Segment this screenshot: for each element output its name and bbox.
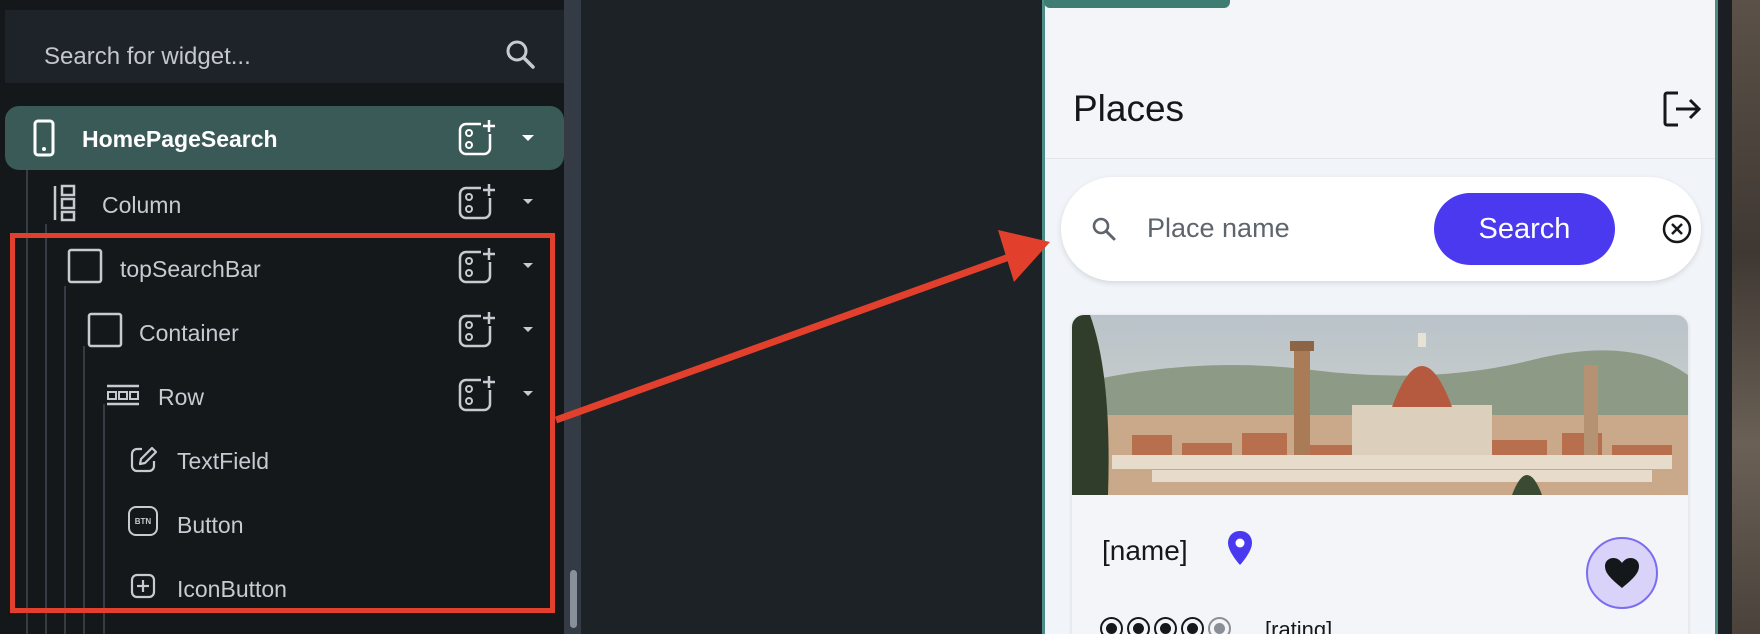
chevron-down-icon[interactable]: [520, 197, 536, 207]
heart-icon: [1605, 558, 1639, 588]
top-search-bar: Place name Search: [1061, 177, 1701, 281]
rating-dot: [1208, 617, 1231, 634]
app-bar: Places: [1045, 0, 1715, 159]
canvas-background: [581, 0, 1044, 634]
widget-search-bar[interactable]: Search for widget...: [5, 10, 564, 83]
search-button[interactable]: Search: [1434, 193, 1615, 265]
rating-dot: [1181, 617, 1204, 634]
scrollbar-thumb[interactable]: [570, 570, 577, 628]
rating-dot-fill: [1214, 623, 1225, 634]
rating-dot-fill: [1160, 623, 1171, 634]
place-image: [1072, 315, 1688, 495]
tree-item-label: HomePageSearch: [82, 126, 278, 152]
widget-search-placeholder: Search for widget...: [44, 43, 251, 70]
widget-tree-panel: Search for widget... HomePageSearch Colu…: [0, 0, 564, 634]
highlight-box: [10, 233, 555, 613]
tree-item-label: Column: [102, 192, 182, 218]
clear-icon[interactable]: [1662, 214, 1692, 244]
rating-dot-fill: [1187, 623, 1198, 634]
scrollbar-track[interactable]: [564, 0, 581, 634]
page-title: Places: [1073, 88, 1185, 129]
location-pin-icon: [1228, 531, 1252, 565]
place-name-input[interactable]: Place name: [1147, 213, 1290, 244]
page-tag: [1044, 0, 1230, 8]
background-photo-strip: [1732, 0, 1760, 634]
rating-dot: [1154, 617, 1177, 634]
rating-label: [rating]: [1265, 617, 1333, 634]
page-content: Place name Search [name] [rating]: [1045, 159, 1715, 634]
place-card[interactable]: [name] [rating]: [1072, 315, 1688, 634]
rating-dot-fill: [1106, 623, 1117, 634]
tree-item-homepagesearch[interactable]: HomePageSearch: [5, 106, 564, 170]
place-name: [name]: [1102, 535, 1188, 566]
rating-stars: [1100, 617, 1231, 634]
phone-preview: Places Place name Search [name] [rating]: [1042, 0, 1718, 634]
search-icon: [1092, 217, 1116, 241]
logout-icon[interactable]: [1662, 90, 1702, 128]
chevron-down-icon[interactable]: [520, 133, 536, 143]
rating-dot: [1100, 617, 1123, 634]
rating-dot: [1127, 617, 1150, 634]
phone-icon: [33, 119, 55, 157]
add-child-icon[interactable]: [457, 118, 497, 158]
add-child-icon[interactable]: [457, 182, 497, 222]
rating-dot-fill: [1133, 623, 1144, 634]
favorite-button[interactable]: [1586, 537, 1658, 609]
column-icon: [53, 184, 76, 222]
search-icon[interactable]: [504, 38, 536, 70]
tree-item-column[interactable]: Column: [30, 180, 564, 224]
